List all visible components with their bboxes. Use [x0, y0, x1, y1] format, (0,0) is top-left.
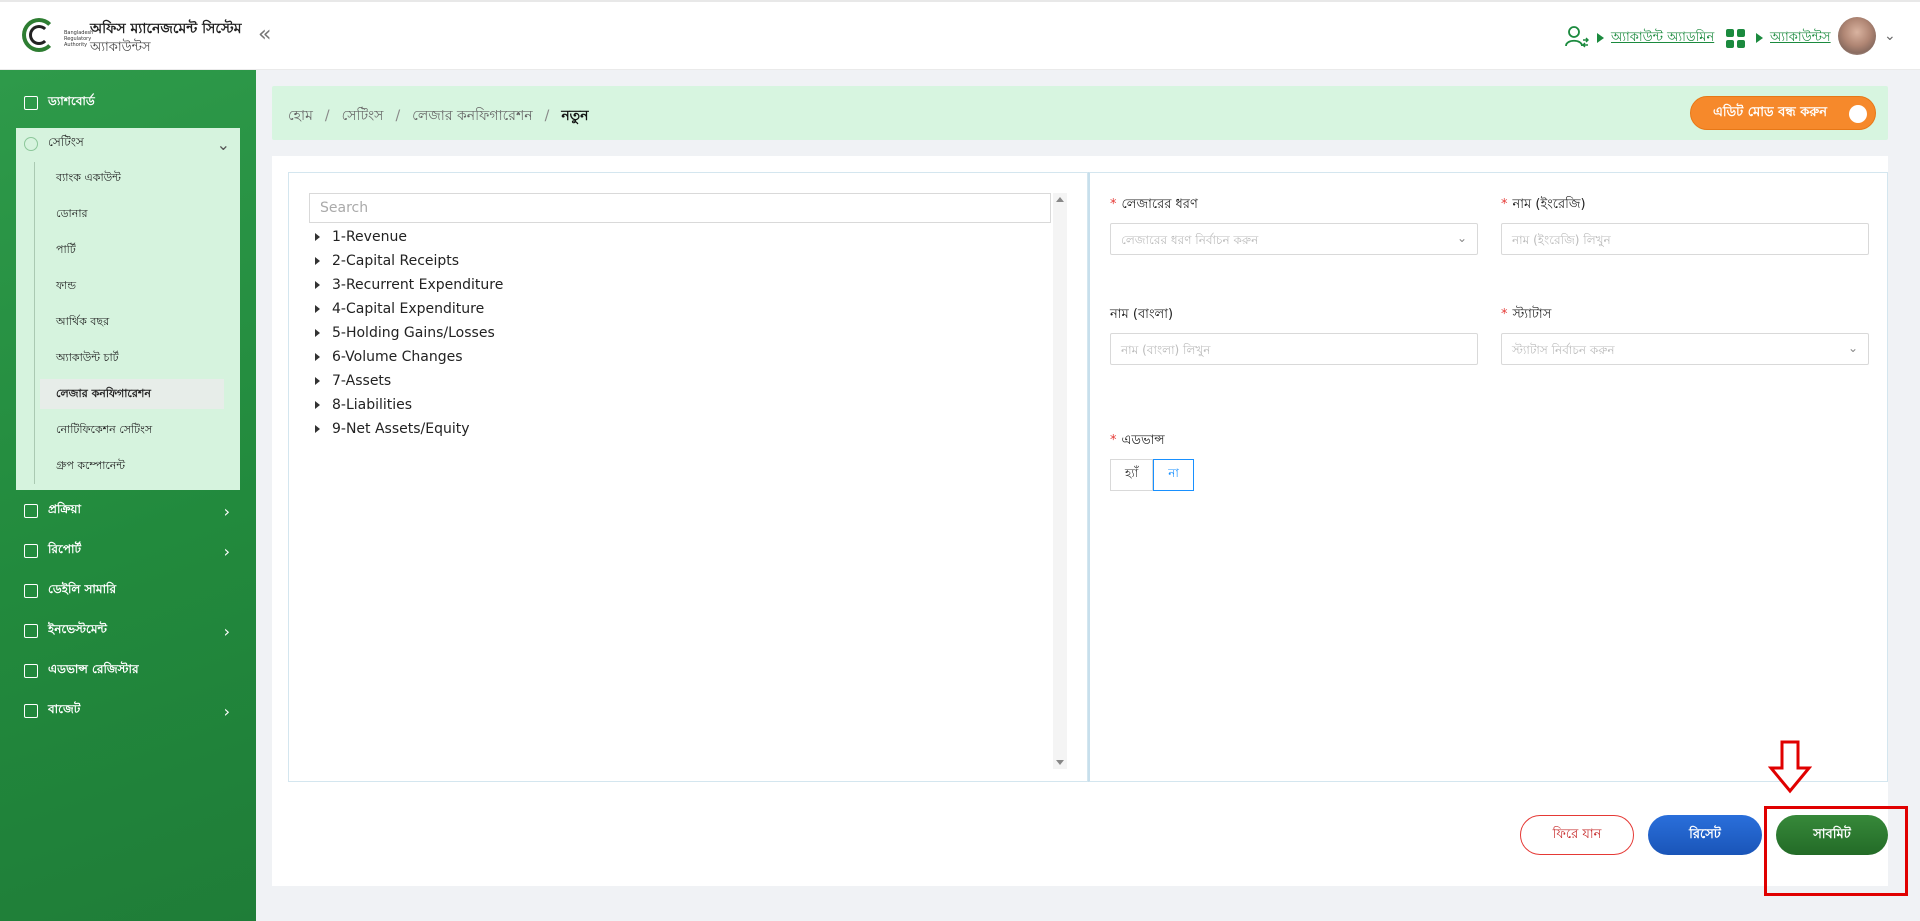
main-card: Search 1-Revenue 2-Capital Receipts 3-Re…	[272, 156, 1888, 886]
tree-scrollbar[interactable]	[1053, 193, 1067, 769]
chevron-down-icon[interactable]: ⌄	[1884, 28, 1896, 44]
dashboard-icon	[24, 96, 38, 110]
tree-node[interactable]: 7-Assets	[315, 369, 503, 393]
top-header: Bangladesh Regulatory Authority অফিস ম্য…	[0, 0, 1920, 70]
edit-mode-label: এডিট মোড বন্ধ করুন	[1713, 104, 1828, 120]
app-subtitle: অ্যাকাউন্টস	[90, 40, 151, 55]
breadcrumb-ledger-config[interactable]: লেজার কনফিগারেশন	[412, 108, 532, 124]
sidebar-item-advance-register[interactable]: এডভান্স রেজিস্টার	[24, 658, 238, 684]
sidebar-item-process[interactable]: প্রক্রিয়া ›	[24, 498, 238, 524]
name-en-label: * নাম (ইংরেজি)	[1501, 197, 1586, 212]
sidebar-sub-party[interactable]: পার্টি	[40, 235, 224, 265]
breadcrumb-bar: হোম / সেটিংস / লেজার কনফিগারেশন / নতুন এডিট মো…	[272, 86, 1888, 140]
tree-node[interactable]: 1-Revenue	[315, 225, 503, 249]
sidebar-sub-account-chart[interactable]: অ্যাকাউন্ট চার্ট	[40, 343, 224, 373]
breadcrumb: হোম / সেটিংস / লেজার কনফিগারেশন / নতুন	[288, 108, 589, 124]
breadcrumb-settings[interactable]: সেটিংস	[342, 108, 384, 124]
chevron-right-icon: ›	[223, 541, 230, 561]
tree-node[interactable]: 6-Volume Changes	[315, 345, 503, 369]
chevron-down-icon: ⌄	[1456, 231, 1467, 245]
sidebar-item-settings[interactable]: সেটিংস ⌄	[16, 128, 240, 160]
account-admin-link[interactable]: অ্যাকাউন্ট অ্যাডমিন	[1611, 28, 1714, 49]
tree-guide-line	[34, 162, 35, 484]
name-bn-label: নাম (বাংলা)	[1110, 307, 1174, 322]
ledger-type-label: * লেজারের ধরণ	[1110, 197, 1198, 212]
sidebar-sub-fiscal-year[interactable]: আর্থিক বছর	[40, 307, 224, 337]
summary-icon	[24, 584, 38, 598]
apps-grid-icon[interactable]	[1726, 29, 1746, 49]
status-label: * স্ট্যাটাস	[1501, 307, 1552, 322]
user-avatar[interactable]	[1838, 17, 1876, 55]
caret-right-icon[interactable]	[315, 353, 320, 361]
caret-right-icon[interactable]	[315, 281, 320, 289]
ledger-type-select[interactable]: লেজারের ধরণ নির্বাচন করুন ⌄	[1110, 223, 1478, 255]
user-switch-icon[interactable]	[1564, 24, 1590, 50]
sidebar-sub-ledger-config[interactable]: লেজার কনফিগারেশন	[40, 379, 224, 409]
budget-icon	[24, 704, 38, 718]
chevron-right-icon: ›	[223, 701, 230, 721]
caret-right-icon[interactable]	[315, 305, 320, 313]
reset-button[interactable]: রিসেট	[1648, 815, 1762, 855]
tree-node[interactable]: 9-Net Assets/Equity	[315, 417, 503, 441]
caret-right-icon[interactable]	[315, 377, 320, 385]
sidebar-item-report[interactable]: রিপোর্ট ›	[24, 538, 238, 564]
tree-node[interactable]: 2-Capital Receipts	[315, 249, 503, 273]
tree-node[interactable]: 4-Capital Expenditure	[315, 297, 503, 321]
gear-icon	[24, 137, 38, 151]
sidebar-item-dashboard[interactable]: ড্যাশবোর্ড	[24, 90, 238, 116]
tree-node[interactable]: 5-Holding Gains/Losses	[315, 321, 503, 345]
caret-right-icon	[1756, 33, 1763, 43]
tree-node[interactable]: 8-Liabilities	[315, 393, 503, 417]
caret-right-icon[interactable]	[315, 329, 320, 337]
sidebar: ড্যাশবোর্ড সেটিংস ⌄ ব্যাংক একাউন্ট ডোনার…	[0, 70, 256, 921]
chevron-right-icon: ›	[223, 501, 230, 521]
caret-right-icon[interactable]	[315, 257, 320, 265]
advance-radio-group: হ্যাঁ না	[1110, 459, 1194, 491]
report-icon	[24, 544, 38, 558]
sidebar-collapse-icon[interactable]: «	[258, 22, 271, 47]
advance-no-option[interactable]: না	[1153, 459, 1194, 491]
advance-yes-option[interactable]: হ্যাঁ	[1110, 459, 1154, 491]
tree-search-input[interactable]: Search	[309, 193, 1051, 223]
highlight-box	[1764, 806, 1908, 896]
sidebar-item-investment[interactable]: ইনভেস্টমেন্ট ›	[24, 618, 238, 644]
chevron-right-icon: ›	[223, 621, 230, 641]
sidebar-sub-bank-account[interactable]: ব্যাংক একাউন্ট	[40, 163, 224, 193]
caret-right-icon[interactable]	[315, 233, 320, 241]
edit-mode-toggle[interactable]: এডিট মোড বন্ধ করুন	[1690, 96, 1876, 130]
tree-node[interactable]: 3-Recurrent Expenditure	[315, 273, 503, 297]
status-select[interactable]: স্ট্যাটাস নির্বাচন করুন ⌄	[1501, 333, 1869, 365]
caret-right-icon	[1597, 33, 1604, 43]
register-icon	[24, 664, 38, 678]
sidebar-sub-fund[interactable]: ফান্ড	[40, 271, 224, 301]
ledger-form-panel: * লেজারের ধরণ লেজারের ধরণ নির্বাচন করুন ⌄…	[1088, 172, 1888, 782]
sidebar-item-daily-summary[interactable]: ডেইলি সামারি	[24, 578, 238, 604]
chevron-down-icon: ⌄	[216, 134, 230, 154]
name-bn-input[interactable]: নাম (বাংলা) লিখুন	[1110, 333, 1478, 365]
sidebar-settings-group: সেটিংস ⌄ ব্যাংক একাউন্ট ডোনার পার্টি ফান…	[16, 128, 240, 490]
sidebar-sub-notification-settings[interactable]: নোটিফিকেশন সেটিংস	[40, 415, 224, 445]
scroll-down-icon[interactable]	[1056, 760, 1064, 765]
caret-right-icon[interactable]	[315, 401, 320, 409]
chevron-down-icon: ⌄	[1847, 341, 1858, 355]
ledger-tree-panel: Search 1-Revenue 2-Capital Receipts 3-Re…	[288, 172, 1088, 782]
advance-label: * এডভান্স	[1110, 433, 1165, 448]
sidebar-sub-donor[interactable]: ডোনার	[40, 199, 224, 229]
toggle-knob	[1849, 105, 1867, 123]
caret-right-icon[interactable]	[315, 425, 320, 433]
brand-logo: Bangladesh Regulatory Authority	[20, 16, 93, 56]
process-icon	[24, 504, 38, 518]
accounts-module-link[interactable]: অ্যাকাউন্টস	[1770, 28, 1831, 49]
tree-list: 1-Revenue 2-Capital Receipts 3-Recurrent…	[315, 225, 503, 441]
investment-icon	[24, 624, 38, 638]
arrow-down-icon	[1768, 740, 1812, 794]
sidebar-sub-group-component[interactable]: গ্রুপ কম্পোনেন্ট	[40, 451, 224, 481]
sidebar-item-budget[interactable]: বাজেট ›	[24, 698, 238, 724]
breadcrumb-current: নতুন	[561, 108, 589, 124]
breadcrumb-home[interactable]: হোম	[288, 108, 313, 124]
name-en-input[interactable]: নাম (ইংরেজি) লিখুন	[1501, 223, 1869, 255]
back-button[interactable]: ফিরে যান	[1520, 815, 1634, 855]
scroll-up-icon[interactable]	[1056, 197, 1064, 202]
